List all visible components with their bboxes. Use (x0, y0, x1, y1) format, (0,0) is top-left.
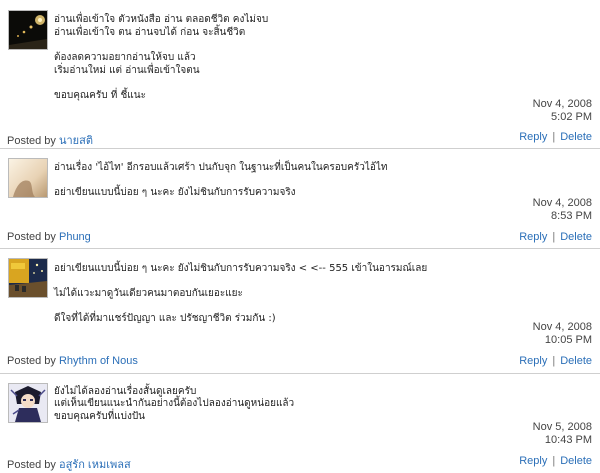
comment-divider (0, 248, 600, 249)
comment-time: 10:43 PM (544, 434, 592, 446)
reply-link[interactable]: Reply (519, 231, 547, 243)
comment-timestamp: Nov 4, 2008 10:05 PM (533, 321, 592, 347)
comment-timestamp: Nov 4, 2008 5:02 PM (533, 98, 592, 124)
night-street-lights-avatar[interactable] (8, 10, 48, 50)
action-separator: | (552, 455, 556, 467)
posted-by-label: Posted by (7, 231, 56, 243)
comment-date: Nov 4, 2008 (532, 98, 592, 110)
action-separator: | (552, 131, 556, 143)
posted-by: Posted by Rhythm of Nous (7, 355, 138, 367)
comment-timestamp: Nov 5, 2008 10:43 PM (533, 421, 592, 447)
posted-by-label: Posted by (7, 135, 56, 147)
reply-link[interactable]: Reply (519, 455, 547, 467)
comment-divider (0, 373, 600, 374)
comment-date: Nov 5, 2008 (532, 421, 592, 433)
posted-by-label: Posted by (7, 459, 56, 471)
comment-actions: Reply | Delete (519, 131, 592, 143)
comment-text-line: ขอบคุณครับที่แบ่งปัน (54, 411, 146, 422)
comment-text-line: เริ่มอ่านใหม่ แต่ อ่านเพื่อเข้าใจตน (54, 65, 200, 76)
soft-light-avatar[interactable] (8, 158, 48, 198)
delete-link[interactable]: Delete (560, 355, 592, 367)
posted-by: Posted by Phung (7, 231, 91, 243)
comment-actions: Reply | Delete (519, 455, 592, 467)
author-link[interactable]: อสูรัก เหมเพลส (59, 459, 131, 471)
comment-date: Nov 4, 2008 (532, 197, 592, 209)
action-separator: | (552, 355, 556, 367)
reply-link[interactable]: Reply (519, 131, 547, 143)
author-link[interactable]: Phung (59, 231, 91, 243)
comment-text-line: ขอบคุณครับ ที่ ชี้แนะ (54, 90, 146, 101)
comment-time: 8:53 PM (551, 210, 592, 222)
comment-text-line: ดีใจที่ได้ที่มาแชร์ปัญญา และ ปรัชญาชีวิต… (54, 313, 276, 324)
delete-link[interactable]: Delete (560, 131, 592, 143)
posted-by: Posted by นายสติ (7, 131, 93, 149)
anime-character-avatar[interactable] (8, 383, 48, 423)
delete-link[interactable]: Delete (560, 231, 592, 243)
comment-text-line: ไม่ได้แวะมาดูวันเดียวคนมาตอบกันเยอะแยะ (54, 288, 243, 299)
comment-text-line: อย่าเขียนแบบนี้บ่อย ๆ นะคะ ยังไม่ชินกับก… (54, 187, 296, 198)
comment-text-line: อ่านเพื่อเข้าใจ ตน อ่านจบได้ ก่อน จะสิ้น… (54, 27, 246, 38)
comment-timestamp: Nov 4, 2008 8:53 PM (533, 197, 592, 223)
action-separator: | (552, 231, 556, 243)
posted-by: Posted by อสูรัก เหมเพลส (7, 455, 131, 473)
cafe-terrace-night-avatar[interactable] (8, 258, 48, 298)
comment-time: 5:02 PM (551, 111, 592, 123)
comment-divider (0, 148, 600, 149)
comment-actions: Reply | Delete (519, 355, 592, 367)
reply-link[interactable]: Reply (519, 355, 547, 367)
comment-text-line: อย่าเขียนแบบนี้บ่อย ๆ นะคะ ยังไม่ชินกับก… (54, 263, 428, 274)
author-link[interactable]: Rhythm of Nous (59, 355, 138, 367)
author-link[interactable]: นายสติ (59, 135, 93, 147)
comment-actions: Reply | Delete (519, 231, 592, 243)
posted-by-label: Posted by (7, 355, 56, 367)
comment-text-line: อ่านเรื่อง 'ไอ้ไท' อีกรอบแล้วเศร้า ปนกับ… (54, 162, 388, 173)
delete-link[interactable]: Delete (560, 455, 592, 467)
comment-time: 10:05 PM (544, 334, 592, 346)
comment-date: Nov 4, 2008 (532, 321, 592, 333)
